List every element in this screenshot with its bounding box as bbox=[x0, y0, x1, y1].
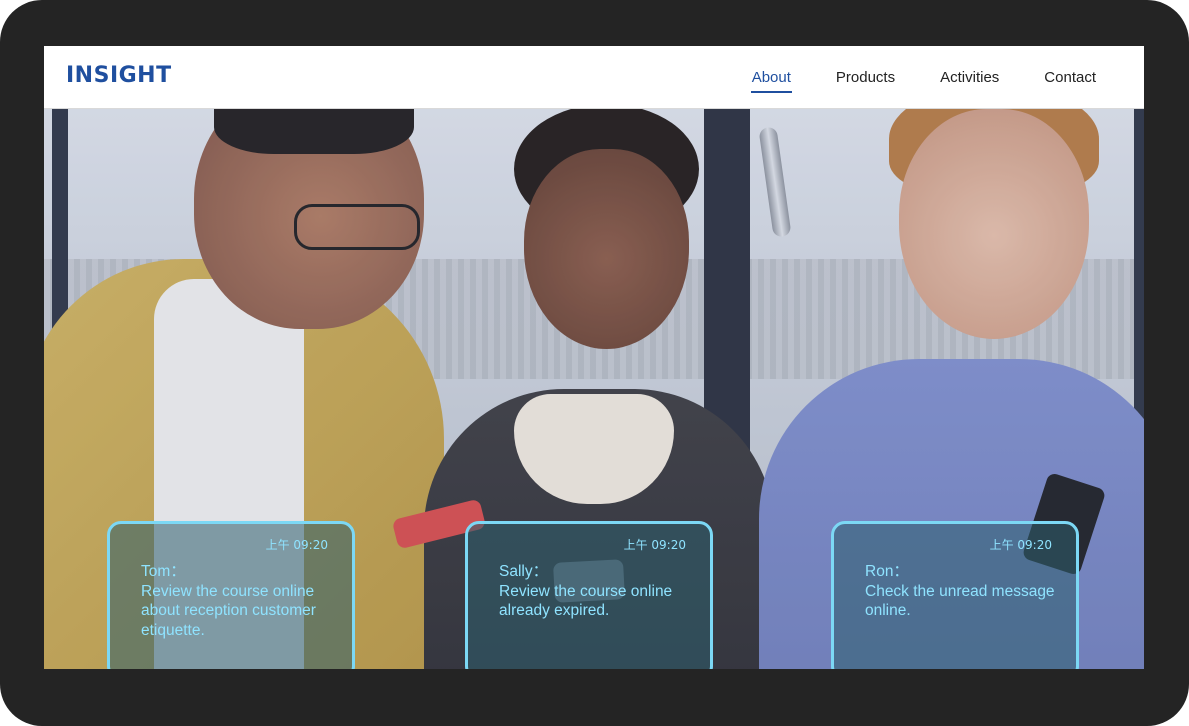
main-nav: About Products Activities Contact bbox=[750, 46, 1096, 108]
screen: INSIGHT About Products Activities Contac… bbox=[44, 46, 1144, 669]
message-card-tom[interactable]: 上午 09:20 Tom： Review the course online a… bbox=[107, 521, 355, 669]
message-time: 上午 09:20 bbox=[989, 538, 1052, 552]
message-sender: Ron： bbox=[865, 563, 909, 580]
message-card-sally[interactable]: 上午 09:20 Sally： Review the course online… bbox=[465, 521, 713, 669]
message-sender: Tom： bbox=[141, 563, 186, 580]
message-body: Sally： Review the course online already … bbox=[499, 562, 694, 621]
message-text: Review the course online already expired… bbox=[499, 582, 673, 620]
message-time: 上午 09:20 bbox=[265, 538, 328, 552]
nav-item-products[interactable]: Products bbox=[836, 65, 895, 90]
nav-item-contact[interactable]: Contact bbox=[1044, 65, 1096, 90]
message-sender: Sally： bbox=[499, 563, 549, 580]
top-navbar: INSIGHT About Products Activities Contac… bbox=[44, 46, 1144, 109]
message-time: 上午 09:20 bbox=[623, 538, 686, 552]
message-text: Review the course online about reception… bbox=[141, 582, 316, 639]
message-card-ron[interactable]: 上午 09:20 Ron： Check the unread message o… bbox=[831, 521, 1079, 669]
message-body: Tom： Review the course online about rece… bbox=[141, 562, 336, 640]
device-frame: INSIGHT About Products Activities Contac… bbox=[0, 0, 1189, 726]
nav-item-activities[interactable]: Activities bbox=[940, 65, 999, 90]
message-body: Ron： Check the unread message online. bbox=[865, 562, 1060, 621]
brand-logo[interactable]: INSIGHT bbox=[66, 63, 172, 88]
hero-photo: 上午 09:20 Tom： Review the course online a… bbox=[44, 109, 1144, 669]
nav-item-about[interactable]: About bbox=[750, 65, 793, 93]
message-text: Check the unread message online. bbox=[865, 582, 1055, 620]
